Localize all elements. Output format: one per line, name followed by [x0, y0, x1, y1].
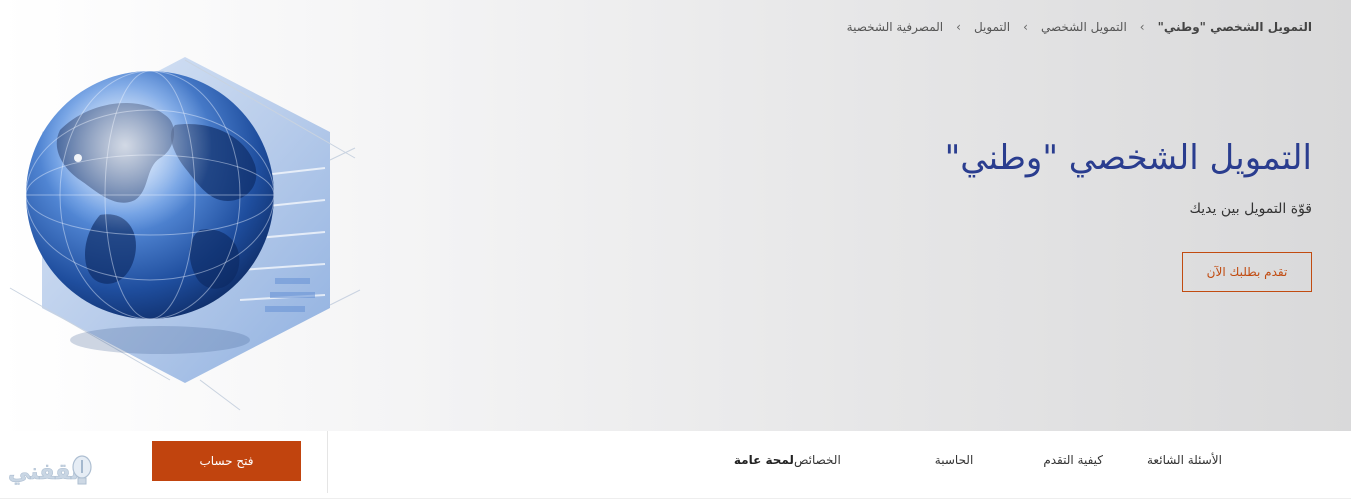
- chevron-left-icon: ›: [956, 20, 961, 34]
- tab-overview[interactable]: لمحة عامة: [734, 453, 794, 467]
- open-account-button[interactable]: فتح حساب: [152, 441, 301, 481]
- tab-how-to-apply[interactable]: كيفية التقدم: [1043, 453, 1103, 467]
- breadcrumb-personal-finance[interactable]: التمويل الشخصي: [1041, 20, 1127, 34]
- watermark-logo: ثقفني: [4, 447, 96, 491]
- section-nav: لمحة عامة الخصائص الحاسبة كيفية التقدم ا…: [0, 431, 1351, 499]
- globe-hexagon-image: [0, 40, 380, 420]
- tab-calculator[interactable]: الحاسبة: [935, 453, 974, 467]
- tab-faq[interactable]: الأسئلة الشائعة: [1147, 453, 1222, 467]
- apply-now-button[interactable]: تقدم بطلبك الآن: [1182, 252, 1312, 292]
- hero-banner: المصرفية الشخصية › التمويل › التمويل الش…: [0, 0, 1351, 431]
- hero-subtitle: قوّة التمويل بين يديك: [1189, 201, 1312, 217]
- nav-divider: [327, 431, 328, 493]
- lightbulb-icon: ثقفني: [8, 455, 92, 485]
- breadcrumb-personal-banking[interactable]: المصرفية الشخصية: [847, 20, 943, 34]
- tab-list: لمحة عامة الخصائص الحاسبة كيفية التقدم ا…: [734, 431, 1263, 489]
- chevron-left-icon: ›: [1139, 20, 1145, 34]
- svg-text:ثقفني: ثقفني: [8, 460, 79, 485]
- breadcrumb-current: التمويل الشخصي "وطني": [1157, 20, 1312, 34]
- page-title: التمويل الشخصي "وطني": [944, 138, 1312, 178]
- breadcrumb-finance[interactable]: التمويل: [974, 20, 1010, 34]
- tab-features[interactable]: الخصائص: [794, 453, 841, 467]
- chevron-left-icon: ›: [1023, 20, 1028, 34]
- breadcrumb: المصرفية الشخصية › التمويل › التمويل الش…: [847, 20, 1312, 34]
